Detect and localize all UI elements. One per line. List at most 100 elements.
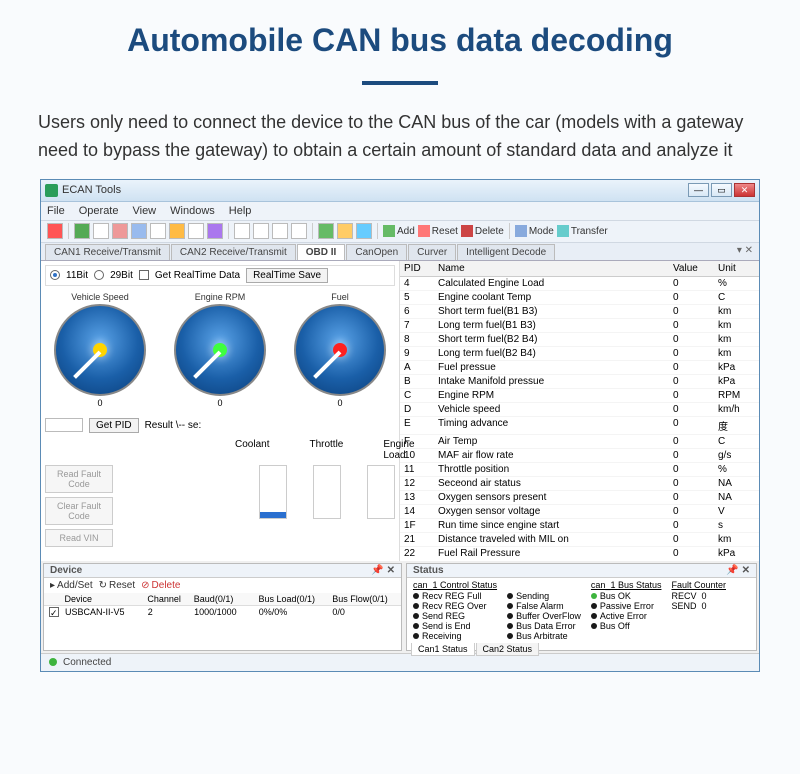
panel-pin-icon[interactable]: 📌 ✕ (726, 565, 750, 576)
toolbar-delete[interactable]: Delete (461, 225, 504, 237)
gauge-title: Engine RPM (174, 292, 266, 302)
menu-operate[interactable]: Operate (79, 205, 119, 217)
label-coolant: Coolant (235, 439, 269, 461)
col-name: Name (434, 261, 669, 276)
device-delete[interactable]: ⊘ Delete (141, 580, 180, 591)
status-panel: Status📌 ✕ can_1 Control StatusRecv REG F… (406, 563, 757, 651)
pid-row[interactable]: AFuel pressue0kPa (400, 361, 759, 375)
tab-canopen[interactable]: CanOpen (346, 244, 407, 260)
toolbar-reset[interactable]: Reset (418, 225, 458, 237)
pid-row[interactable]: 14Oxygen sensor voltage0V (400, 505, 759, 519)
toolbar-btn[interactable] (337, 223, 353, 239)
pid-row[interactable]: 7Long term fuel(B1 B3)0km (400, 319, 759, 333)
tab-intelligent[interactable]: Intelligent Decode (457, 244, 555, 260)
toolbar-btn[interactable] (188, 223, 204, 239)
subtab-can1[interactable]: Can1 Status (411, 643, 475, 656)
gauge-value: 0 (174, 398, 266, 408)
menu-view[interactable]: View (132, 205, 156, 217)
pid-row[interactable]: DVehicle speed0km/h (400, 403, 759, 417)
toolbar-btn[interactable] (356, 223, 372, 239)
tab-curver[interactable]: Curver (408, 244, 456, 260)
toolbar-btn[interactable] (131, 223, 147, 239)
pid-row[interactable]: 1FRun time since engine start0s (400, 519, 759, 533)
radio-29bit[interactable] (94, 270, 104, 280)
pid-row[interactable]: 13Oxygen sensors present0NA (400, 491, 759, 505)
gauge: Fuel 0 (294, 292, 386, 408)
pid-row[interactable]: 10MAF air flow rate0g/s (400, 449, 759, 463)
gauge-face (174, 304, 266, 396)
status-item: Recv REG Full (413, 591, 497, 601)
menu-windows[interactable]: Windows (170, 205, 215, 217)
bars (259, 465, 395, 547)
status-item: Recv REG Over (413, 601, 497, 611)
get-pid-button[interactable]: Get PID (89, 418, 139, 433)
toolbar-btn[interactable] (112, 223, 128, 239)
pid-row[interactable]: 21Distance traveled with MIL on0km (400, 533, 759, 547)
pid-row[interactable]: 4Calculated Engine Load0% (400, 277, 759, 291)
toolbar-btn[interactable] (47, 223, 63, 239)
toolbar-btn[interactable] (169, 223, 185, 239)
tab-pin-close[interactable]: ▾ ✕ (737, 245, 753, 256)
pid-row[interactable]: ETiming advance0度 (400, 417, 759, 435)
maximize-button[interactable]: ▭ (711, 183, 732, 197)
window-title: ECAN Tools (62, 184, 686, 196)
menu-help[interactable]: Help (229, 205, 252, 217)
pid-row[interactable]: 22Fuel Rail Pressure0kPa (400, 547, 759, 557)
status-item: Passive Error (591, 601, 662, 611)
toolbar-btn[interactable] (234, 223, 250, 239)
realtime-save-button[interactable]: RealTime Save (246, 268, 328, 283)
panel-pin-icon[interactable]: 📌 ✕ (371, 565, 395, 576)
toolbar-btn[interactable] (150, 223, 166, 239)
obd-left-panel: 11Bit 29Bit Get RealTime Data RealTime S… (41, 261, 400, 561)
tab-obd2[interactable]: OBD II (297, 244, 346, 260)
status-item: Bus Off (591, 621, 662, 631)
toolbar-transfer[interactable]: Transfer (557, 225, 608, 237)
bar-indicator (259, 465, 287, 519)
gauge-title: Fuel (294, 292, 386, 302)
pid-row[interactable]: 6Short term fuel(B1 B3)0km (400, 305, 759, 319)
status-item: Bus Arbitrate (507, 631, 581, 641)
minimize-button[interactable]: — (688, 183, 709, 197)
pid-row[interactable]: CEngine RPM0RPM (400, 389, 759, 403)
device-row[interactable]: ✓ USBCAN-II-V5 2 1000/1000 0%/0% 0/0 (44, 606, 401, 619)
radio-11bit[interactable] (50, 270, 60, 280)
toolbar: Add Reset Delete Mode Transfer (41, 221, 759, 243)
device-table-header: DeviceChannelBaud(0/1)Bus Load(0/1)Bus F… (44, 593, 401, 606)
device-addset[interactable]: ▸ Add/Set (50, 580, 93, 591)
toolbar-btn[interactable] (318, 223, 334, 239)
toolbar-btn[interactable] (253, 223, 269, 239)
pid-row[interactable]: BIntake Manifold pressue0kPa (400, 375, 759, 389)
pid-row[interactable]: 9Long term fuel(B2 B4)0km (400, 347, 759, 361)
toolbar-btn[interactable] (207, 223, 223, 239)
toolbar-btn[interactable] (74, 223, 90, 239)
device-reset[interactable]: ↻ Reset (99, 580, 136, 591)
toolbar-add[interactable]: Add (383, 225, 415, 237)
connection-status: Connected (63, 657, 111, 668)
window-titlebar: ECAN Tools — ▭ ✕ (41, 180, 759, 202)
menu-file[interactable]: File (47, 205, 65, 217)
pid-input[interactable] (45, 418, 83, 432)
device-checkbox[interactable]: ✓ (49, 607, 59, 617)
toolbar-btn[interactable] (272, 223, 288, 239)
pid-row[interactable]: 11Throttle position0% (400, 463, 759, 477)
read-fault-button[interactable]: Read Fault Code (45, 465, 113, 493)
tab-can2[interactable]: CAN2 Receive/Transmit (171, 244, 296, 260)
clear-fault-button[interactable]: Clear Fault Code (45, 497, 113, 525)
checkbox-realtime[interactable] (139, 270, 149, 280)
toolbar-btn[interactable] (93, 223, 109, 239)
toolbar-btn[interactable] (291, 223, 307, 239)
bar-labels: Coolant Throttle Engine Load (45, 439, 395, 461)
tab-can1[interactable]: CAN1 Receive/Transmit (45, 244, 170, 260)
obd-options-row: 11Bit 29Bit Get RealTime Data RealTime S… (45, 265, 395, 286)
pid-row[interactable]: 12Seceond air status0NA (400, 477, 759, 491)
toolbar-mode[interactable]: Mode (515, 225, 554, 237)
pid-row[interactable]: 5Engine coolant Temp0C (400, 291, 759, 305)
title-underline (362, 81, 438, 85)
close-button[interactable]: ✕ (734, 183, 755, 197)
fault-counter-header: Fault Counter (671, 580, 726, 590)
subtab-can2[interactable]: Can2 Status (476, 643, 540, 656)
pid-row[interactable]: FAir Temp0C (400, 435, 759, 449)
label-throttle: Throttle (309, 439, 343, 461)
pid-row[interactable]: 8Short term fuel(B2 B4)0km (400, 333, 759, 347)
read-vin-button[interactable]: Read VIN (45, 529, 113, 547)
